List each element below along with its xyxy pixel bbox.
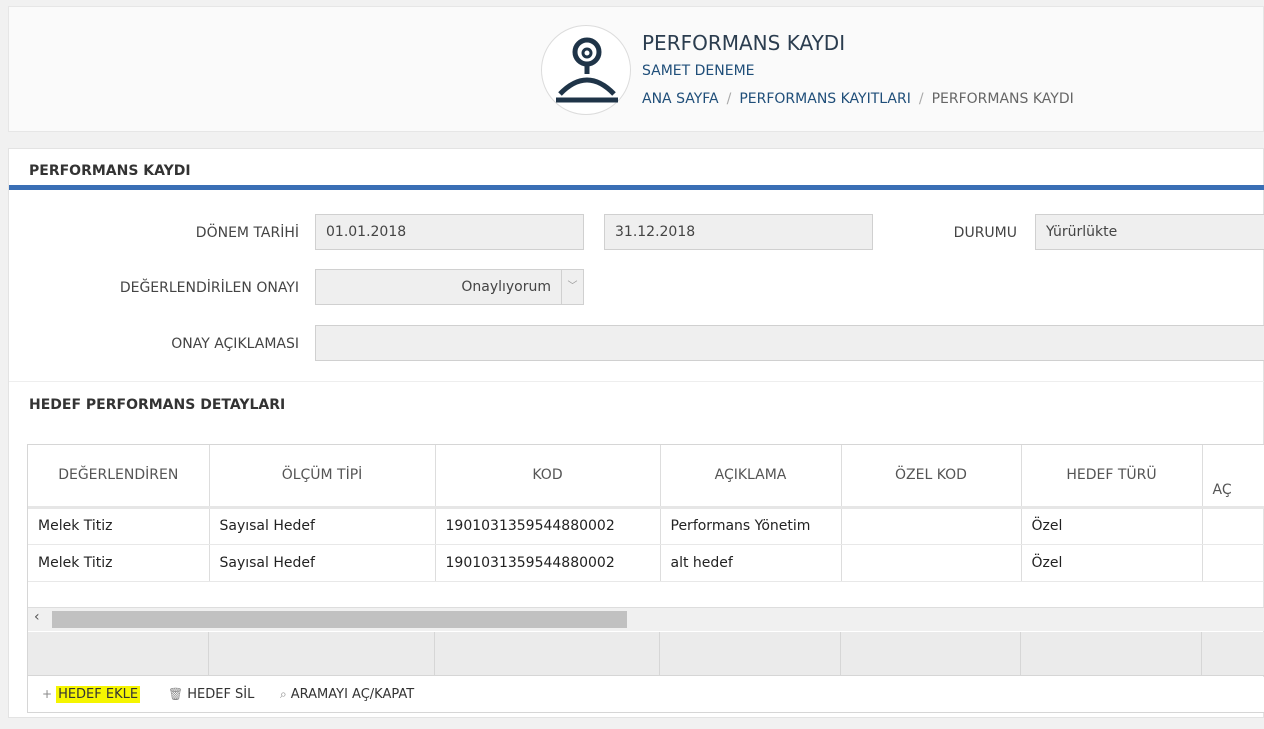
trash-icon: 🗑 xyxy=(168,687,184,701)
record-panel: PERFORMANS KAYDI DÖNEM TARİHİ 01.01.2018… xyxy=(8,148,1264,718)
breadcrumb-current: PERFORMANS KAYDI xyxy=(931,91,1074,107)
panel-title: PERFORMANS KAYDI xyxy=(29,163,191,179)
breadcrumb: ANA SAYFA / PERFORMANS KAYITLARI / PERFORMAN… xyxy=(642,91,1074,107)
table-cell: Melek Titiz xyxy=(28,507,210,545)
period-start-field[interactable]: 01.01.2018 xyxy=(315,214,584,250)
scroll-left-icon[interactable]: ‹ xyxy=(34,609,40,625)
table-cell: Özel xyxy=(1021,544,1203,582)
table-cell: 1901031359544880002 xyxy=(435,544,661,582)
approval-select[interactable]: Onaylıyorum ﹀ xyxy=(315,269,584,305)
scrollbar-thumb[interactable] xyxy=(52,611,627,628)
table-cell: Sayısal Hedef xyxy=(209,544,436,582)
column-header[interactable]: ÖLÇÜM TİPİ xyxy=(209,445,436,509)
table-cell xyxy=(1202,544,1264,582)
user-avatar-icon xyxy=(556,37,618,103)
column-header[interactable]: KOD xyxy=(435,445,661,509)
toggle-search-button[interactable]: ⌕ ARAMAYI AÇ/KAPAT xyxy=(280,687,414,702)
table-cell: Sayısal Hedef xyxy=(209,507,436,545)
column-header[interactable]: DEĞERLENDİREN xyxy=(28,445,210,509)
status-label: DURUMU xyxy=(953,225,1017,241)
grid-toolbar: + HEDEF EKLE 🗑 HEDEF SİL ⌕ ARAMAYI AÇ/KAPAT xyxy=(28,677,1264,712)
table-cell: Performans Yönetim xyxy=(660,507,842,545)
table-row[interactable]: Melek Titiz Sayısal Hedef 19010313595448… xyxy=(28,544,1264,582)
status-field[interactable]: Yürürlükte xyxy=(1035,214,1264,250)
page-title: PERFORMANS KAYDI xyxy=(642,31,846,55)
column-header[interactable]: AÇIKLAMA xyxy=(660,445,842,509)
horizontal-scrollbar[interactable]: ‹ xyxy=(28,607,1264,631)
targets-table: DEĞERLENDİREN ÖLÇÜM TİPİ KOD AÇIKLAMA ÖZ… xyxy=(28,445,1264,582)
breadcrumb-records[interactable]: PERFORMANS KAYITLARI xyxy=(739,91,911,107)
column-header[interactable]: ÖZEL KOD xyxy=(841,445,1022,509)
table-row[interactable]: Melek Titiz Sayısal Hedef 19010313595448… xyxy=(28,507,1264,545)
search-icon: ⌕ xyxy=(280,687,287,701)
table-cell: 1901031359544880002 xyxy=(435,507,661,545)
breadcrumb-home[interactable]: ANA SAYFA xyxy=(642,91,719,107)
approval-select-value: Onaylıyorum xyxy=(461,279,551,295)
approval-label: DEĞERLENDİRİLEN ONAYI xyxy=(119,280,299,296)
table-cell xyxy=(841,507,1022,545)
add-target-button[interactable]: + HEDEF EKLE xyxy=(42,686,141,703)
page-header: PERFORMANS KAYDI SAMET DENEME ANA SAYFA /… xyxy=(8,6,1264,132)
table-cell: Özel xyxy=(1021,507,1203,545)
chevron-down-icon[interactable]: ﹀ xyxy=(561,270,583,304)
grid-footer-row xyxy=(28,632,1264,676)
table-cell xyxy=(1202,507,1264,545)
user-name: SAMET DENEME xyxy=(642,63,755,79)
toggle-search-label: ARAMAYI AÇ/KAPAT xyxy=(290,687,415,702)
period-label: DÖNEM TARİHİ xyxy=(195,225,299,241)
panel-accent-bar xyxy=(9,185,1264,190)
approval-note-field[interactable] xyxy=(315,325,1264,361)
targets-grid: DEĞERLENDİREN ÖLÇÜM TİPİ KOD AÇIKLAMA ÖZ… xyxy=(27,444,1264,713)
add-target-label: HEDEF EKLE xyxy=(56,686,141,703)
section-divider xyxy=(9,381,1264,382)
table-cell: alt hedef xyxy=(660,544,842,582)
approval-note-label: ONAY AÇIKLAMASI xyxy=(171,336,299,352)
column-header[interactable]: AÇ xyxy=(1202,445,1264,509)
delete-target-label: HEDEF SİL xyxy=(187,687,255,702)
plus-icon: + xyxy=(42,687,53,701)
table-cell xyxy=(841,544,1022,582)
table-cell: Melek Titiz xyxy=(28,544,210,582)
avatar xyxy=(541,25,631,115)
section-title: HEDEF PERFORMANS DETAYLARI xyxy=(29,397,286,413)
delete-target-button[interactable]: 🗑 HEDEF SİL xyxy=(168,687,254,702)
column-header[interactable]: HEDEF TÜRÜ xyxy=(1021,445,1203,509)
